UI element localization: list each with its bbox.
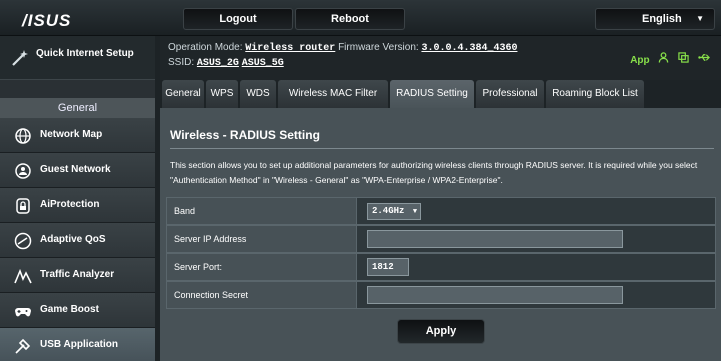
usb-tool-icon [14,337,32,355]
gamepad-icon [14,302,32,320]
ssid-line: SSID: ASUS_2G ASUS_5G [168,57,284,69]
tab-wireless-mac-filter[interactable]: Wireless MAC Filter [278,80,388,108]
tab-roaming-block-list[interactable]: Roaming Block List [546,80,644,108]
connection-secret-row: Connection Secret [166,281,716,309]
connection-secret-label: Connection Secret [167,282,357,308]
radius-setting-panel: Wireless - RADIUS Setting This section a… [160,108,721,361]
nav-guest-network[interactable]: Guest Network [0,153,155,188]
wand-icon [10,49,30,67]
caret-down-icon: ▼ [696,14,704,23]
band-value: 2.4GHz [372,206,405,216]
traffic-wave-icon [14,267,32,285]
nav-aiprotection-label: AiProtection [40,199,100,210]
quick-internet-setup-label: Quick Internet Setup [36,48,134,59]
page-description: This section allows you to set up additi… [170,160,698,185]
globe-network-icon [14,127,32,145]
operation-mode-prefix: Operation Mode: [168,42,243,53]
logout-button[interactable]: Logout [183,8,293,30]
operation-mode-line: Operation Mode: Wireless router Firmware… [168,42,517,54]
ssid-5g-link[interactable]: ASUS_5G [242,58,284,69]
tab-radius-setting[interactable]: RADIUS Setting [390,80,474,108]
nav-guest-network-label: Guest Network [40,164,111,175]
language-select[interactable]: English ▼ [595,8,715,30]
nav-network-map[interactable]: Network Map [0,118,155,153]
status-info-bar: Operation Mode: Wireless router Firmware… [160,36,721,80]
title-divider [170,148,714,149]
firmware-prefix: Firmware Version: [338,42,419,53]
asus-logo[interactable]: /ISUS [22,11,71,31]
language-value: English [642,13,682,25]
band-select[interactable]: 2.4GHz ▼ [367,203,421,220]
operation-mode-link[interactable]: Wireless router [245,43,335,54]
user-icon[interactable] [658,52,672,66]
server-port-row: Server Port: 1812 [166,253,716,281]
nav-game-boost[interactable]: Game Boost [0,293,155,328]
nav-traffic-analyzer-label: Traffic Analyzer [40,269,115,280]
reboot-button[interactable]: Reboot [295,8,405,30]
copy-device-icon[interactable] [678,52,692,66]
tab-professional[interactable]: Professional [476,80,544,108]
caret-down-icon: ▼ [412,208,418,216]
top-bar: /ISUS Logout Reboot English ▼ [0,0,721,36]
guest-globe-icon [14,162,32,180]
ssid-2g-link[interactable]: ASUS_2G [197,58,239,69]
nav-network-map-label: Network Map [40,129,103,140]
general-section-header: General [0,98,155,118]
nav-usb-application[interactable]: USB Application [0,328,155,361]
nav-adaptive-qos[interactable]: Adaptive QoS [0,223,155,258]
band-row: Band 2.4GHz ▼ [166,197,716,225]
nav-adaptive-qos-label: Adaptive QoS [40,234,106,245]
ssid-prefix: SSID: [168,57,195,68]
tab-wds[interactable]: WDS [240,80,276,108]
server-port-label: Server Port: [167,254,357,280]
connection-secret-input[interactable] [367,286,623,304]
quick-internet-setup[interactable]: Quick Internet Setup [0,36,155,80]
page-title: Wireless - RADIUS Setting [170,128,320,142]
speedometer-icon [14,232,32,250]
server-ip-row: Server IP Address [166,225,716,253]
tab-wps[interactable]: WPS [206,80,238,108]
nav-game-boost-label: Game Boost [40,304,99,315]
nav-aiprotection[interactable]: AiProtection [0,188,155,223]
lock-shield-icon [14,197,32,215]
status-icons: App [624,52,711,66]
server-port-input[interactable]: 1812 [367,258,409,276]
server-ip-input[interactable] [367,230,623,248]
router-admin-page: /ISUS Logout Reboot English ▼ Operation … [0,0,721,361]
usb-icon[interactable] [698,54,711,66]
apply-button[interactable]: Apply [397,319,485,344]
nav-traffic-analyzer[interactable]: Traffic Analyzer [0,258,155,293]
sidebar: Quick Internet Setup General Network Map… [0,36,155,361]
firmware-version-link[interactable]: 3.0.0.4.384_4360 [421,43,517,54]
band-label: Band [167,198,357,224]
nav-usb-application-label: USB Application [40,339,118,350]
server-ip-label: Server IP Address [167,226,357,252]
tab-general[interactable]: General [162,80,204,108]
app-link[interactable]: App [630,55,649,66]
